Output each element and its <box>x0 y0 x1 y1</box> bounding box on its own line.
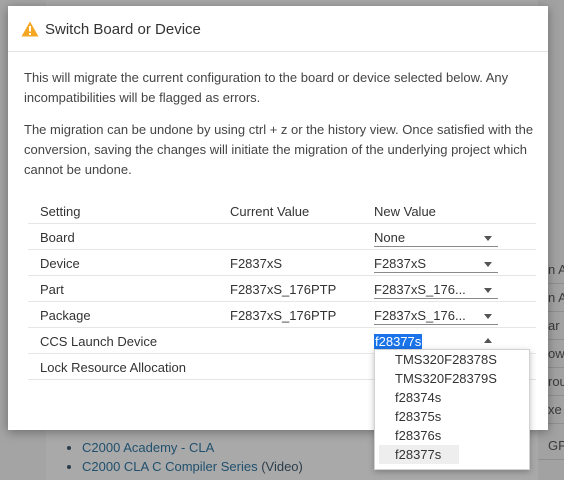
current-value: F2837xS_176PTP <box>230 308 337 323</box>
chevron-down-icon <box>484 314 492 319</box>
chevron-up-icon <box>484 338 492 343</box>
dropdown-option[interactable]: TMS320F28378S <box>375 350 529 369</box>
setting-label: Lock Resource Allocation <box>40 360 186 375</box>
package-select[interactable]: F2837xS_176... <box>374 306 498 325</box>
setting-label: CCS Launch Device <box>40 334 158 349</box>
background-link-list: C2000 Academy - CLA C2000 CLA C Compiler… <box>68 438 303 476</box>
select-value: f28377s <box>374 334 474 349</box>
chevron-down-icon <box>484 262 492 267</box>
background-link-item: C2000 CLA C Compiler Series (Video) <box>82 457 303 476</box>
chevron-down-icon <box>484 236 492 241</box>
dropdown-option-selected[interactable]: f28377s <box>379 445 459 464</box>
dropdown-option[interactable]: TMS320F28379S <box>375 369 529 388</box>
warning-icon <box>21 21 39 37</box>
part-select[interactable]: F2837xS_176... <box>374 280 498 299</box>
select-value: F2837xS <box>374 256 427 271</box>
select-value: F2837xS_176... <box>374 282 466 297</box>
undo-description: The migration can be undone by using ctr… <box>24 122 534 177</box>
background-link-item: C2000 Academy - CLA <box>82 438 303 457</box>
background-right-item: GPIO <box>538 432 564 460</box>
setting-label: Part <box>40 282 64 297</box>
current-value: F2837xS <box>230 256 283 271</box>
dialog-header: Switch Board or Device <box>8 6 548 52</box>
selected-text: f28377s <box>374 334 423 349</box>
table-row: Package F2837xS_176PTP F2837xS_176... <box>28 302 536 328</box>
dialog-title: Switch Board or Device <box>45 21 201 38</box>
table-row: Device F2837xS F2837xS <box>28 250 536 276</box>
migration-description: This will migrate the current configurat… <box>24 70 509 105</box>
link-suffix: (Video) <box>257 459 303 474</box>
select-value: F2837xS_176... <box>374 308 466 323</box>
table-row: Board None <box>28 224 536 250</box>
header-setting: Setting <box>40 204 81 219</box>
table-header-row: Setting Current Value New Value <box>28 198 536 224</box>
dropdown-option[interactable]: f28374s <box>375 388 529 407</box>
select-value: None <box>374 230 406 245</box>
device-select[interactable]: F2837xS <box>374 254 498 273</box>
link-cla-compiler-series[interactable]: C2000 CLA C Compiler Series <box>82 459 258 474</box>
current-value: F2837xS_176PTP <box>230 282 337 297</box>
board-select[interactable]: None <box>374 228 498 247</box>
dropdown-option[interactable]: f28375s <box>375 407 529 426</box>
setting-label: Package <box>40 308 91 323</box>
dropdown-option[interactable]: f28376s <box>375 426 529 445</box>
setting-label: Board <box>40 230 75 245</box>
header-new-value: New Value <box>374 204 436 219</box>
chevron-down-icon <box>484 288 492 293</box>
link-cla-academy[interactable]: C2000 Academy - CLA <box>82 440 214 455</box>
ccs-launch-device-options: TMS320F28378S TMS320F28379S f28374s f283… <box>374 349 530 470</box>
header-current-value: Current Value <box>230 204 310 219</box>
table-row: Part F2837xS_176PTP F2837xS_176... <box>28 276 536 302</box>
setting-label: Device <box>40 256 80 271</box>
